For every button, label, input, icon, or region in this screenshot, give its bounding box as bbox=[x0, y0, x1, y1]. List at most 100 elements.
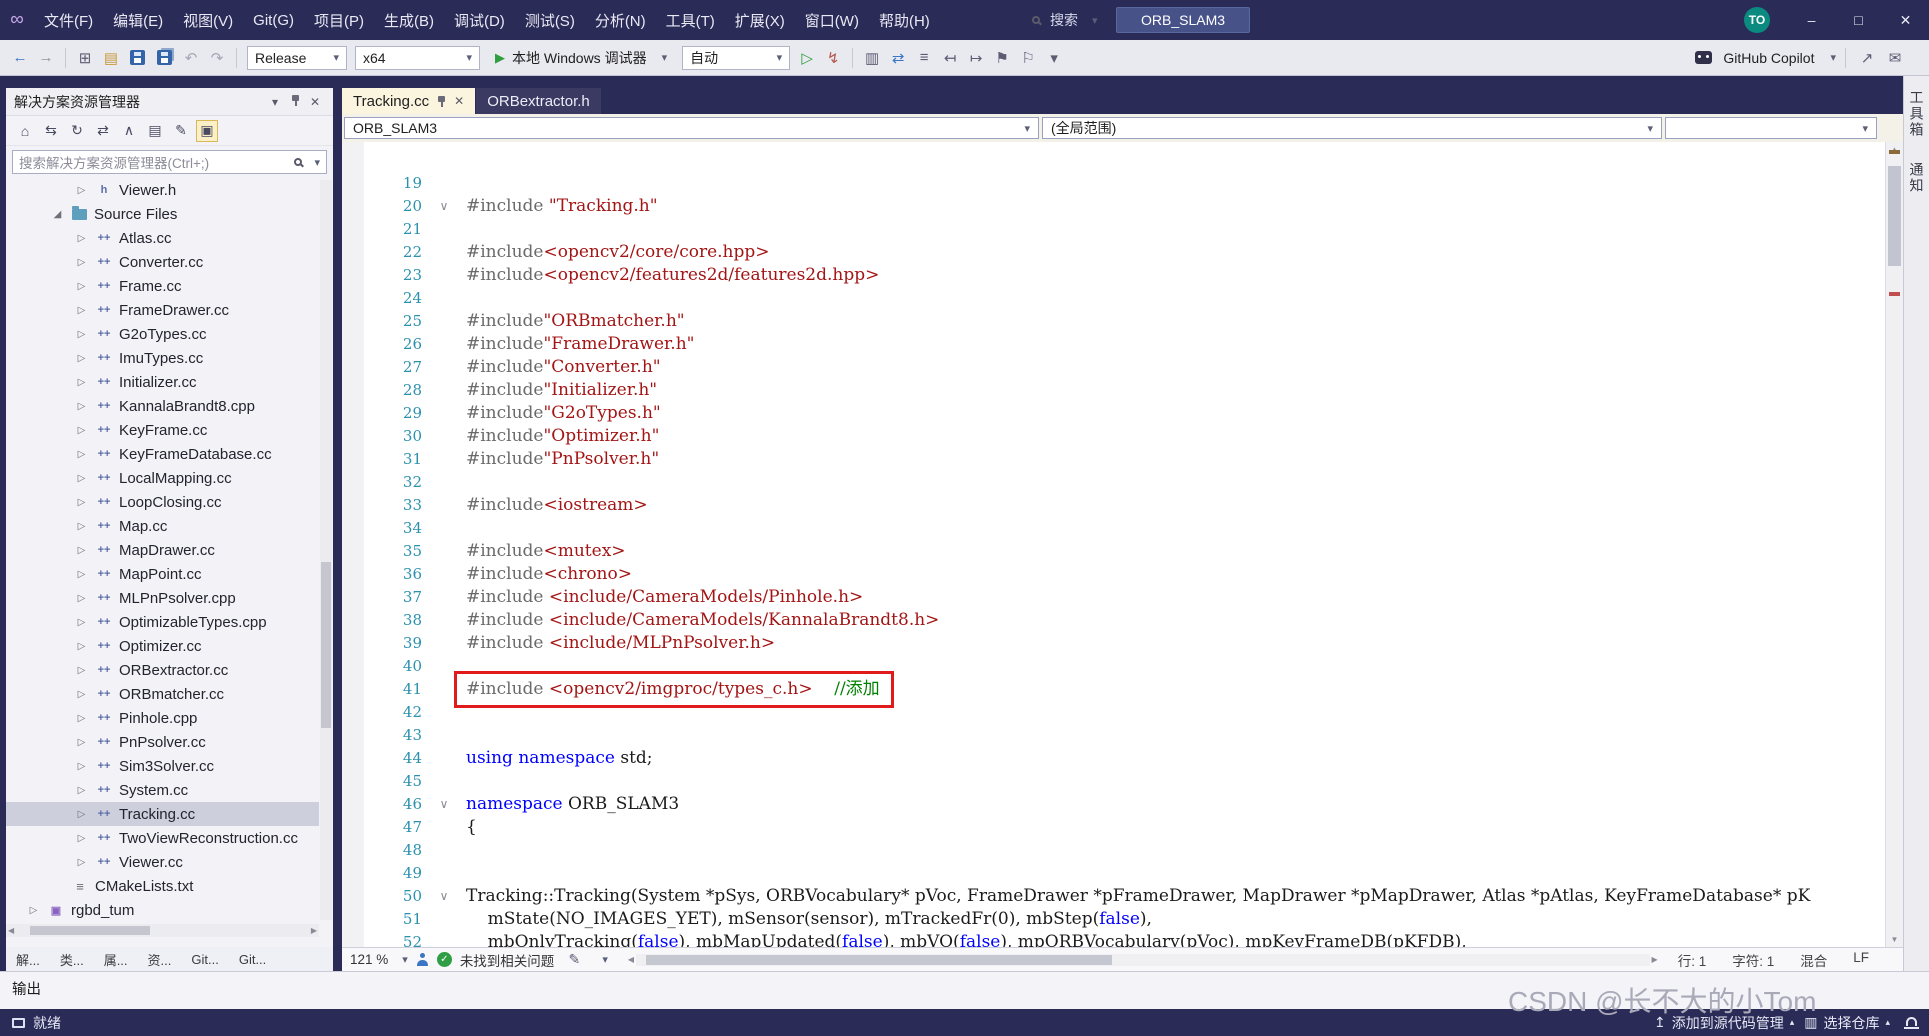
fold-collapse-icon[interactable]: ∨ bbox=[422, 195, 466, 218]
member-dropdown[interactable]: ▾ bbox=[1665, 117, 1877, 139]
panel-tab-属[interactable]: 属... bbox=[94, 947, 138, 972]
tree-item-sim3solver-cc[interactable]: ▷ ++ Sim3Solver.cc bbox=[6, 754, 319, 778]
expand-arrow-icon[interactable]: ▷ bbox=[74, 833, 89, 844]
undo-icon[interactable]: ↶ bbox=[179, 46, 203, 70]
code-line-51[interactable]: 51 mState(NO_IMAGES_YET), mSensor(sensor… bbox=[342, 908, 1885, 931]
code-line-44[interactable]: 44 using namespace std; bbox=[342, 747, 1885, 770]
expand-arrow-icon[interactable]: ▷ bbox=[74, 857, 89, 868]
project-dropdown[interactable]: ORB_SLAM3 ▾ bbox=[344, 117, 1039, 139]
side-tab-工具箱[interactable]: 工具箱 bbox=[1907, 86, 1927, 142]
tree-item-atlas-cc[interactable]: ▷ ++ Atlas.cc bbox=[6, 226, 319, 250]
code-line-38[interactable]: 38 #include <include/CameraModels/Kannala… bbox=[342, 609, 1885, 632]
tree-item-map-cc[interactable]: ▷ ++ Map.cc bbox=[6, 514, 319, 538]
expand-arrow-icon[interactable]: ▷ bbox=[74, 545, 89, 556]
expand-arrow-icon[interactable]: ▷ bbox=[26, 905, 41, 916]
hot-reload-icon[interactable]: ↯ bbox=[821, 46, 845, 70]
tab-orbextractor-h[interactable]: ORBextractor.h bbox=[476, 88, 601, 114]
expand-arrow-icon[interactable]: ▷ bbox=[74, 689, 89, 700]
chevron-down-icon[interactable]: ▾ bbox=[1830, 51, 1836, 64]
panel-tab-资[interactable]: 资... bbox=[138, 947, 182, 972]
search-control[interactable]: 搜索 ▾ bbox=[1022, 7, 1108, 33]
add-to-source-control-button[interactable]: ↥ 添加到源代码管理 ▴ bbox=[1654, 1013, 1794, 1033]
avatar[interactable]: TO bbox=[1744, 7, 1770, 33]
code-line-25[interactable]: 25 #include"ORBmatcher.h" bbox=[342, 310, 1885, 333]
expand-arrow-icon[interactable]: ▷ bbox=[74, 377, 89, 388]
expand-arrow-icon[interactable]: ▷ bbox=[74, 785, 89, 796]
expand-arrow-icon[interactable]: ▷ bbox=[74, 617, 89, 628]
code-line-31[interactable]: 31 #include"PnPsolver.h" bbox=[342, 448, 1885, 471]
expand-arrow-icon[interactable]: ▷ bbox=[74, 521, 89, 532]
tree-item-framedrawer-cc[interactable]: ▷ ++ FrameDrawer.cc bbox=[6, 298, 319, 322]
problems-label[interactable]: 未找到相关问题 bbox=[460, 950, 555, 970]
menu-git-g[interactable]: Git(G) bbox=[243, 0, 304, 40]
editor-vertical-scrollbar[interactable]: ▲ ▼ bbox=[1885, 142, 1903, 947]
tree-horizontal-scrollbar[interactable]: ◀ ▶ bbox=[6, 924, 319, 937]
tree-item-optimizer-cc[interactable]: ▷ ++ Optimizer.cc bbox=[6, 634, 319, 658]
scrollbar-thumb[interactable] bbox=[30, 926, 151, 935]
start-debugging-button[interactable]: ▶ 本地 Windows 调试器 ▾ bbox=[485, 48, 677, 68]
tree-item-initializer-cc[interactable]: ▷ ++ Initializer.cc bbox=[6, 370, 319, 394]
tree-vertical-scrollbar[interactable] bbox=[320, 180, 332, 920]
code-line-22[interactable]: 22 #include<opencv2/core/core.hpp> bbox=[342, 241, 1885, 264]
sync-with-active-document-icon[interactable]: ⇄ bbox=[92, 120, 114, 142]
code-line-45[interactable]: 45 bbox=[342, 770, 1885, 793]
tree-item-loopclosing-cc[interactable]: ▷ ++ LoopClosing.cc bbox=[6, 490, 319, 514]
tree-item-g2otypes-cc[interactable]: ▷ ++ G2oTypes.cc bbox=[6, 322, 319, 346]
expand-arrow-icon[interactable]: ▷ bbox=[74, 449, 89, 460]
close-panel-icon[interactable]: ✕ bbox=[305, 95, 325, 109]
fold-collapse-icon[interactable]: ∨ bbox=[422, 885, 466, 908]
code-line-49[interactable]: 49 bbox=[342, 862, 1885, 885]
save-all-icon[interactable] bbox=[157, 50, 172, 65]
side-tab-通知[interactable]: 通知 bbox=[1907, 158, 1927, 198]
scrollbar-thumb[interactable] bbox=[1888, 166, 1901, 266]
code-line-23[interactable]: 23 #include<opencv2/features2d/features2d… bbox=[342, 264, 1885, 287]
tree-item-pinhole-cpp[interactable]: ▷ ++ Pinhole.cpp bbox=[6, 706, 319, 730]
fold-collapse-icon[interactable]: ∨ bbox=[422, 793, 466, 816]
expand-arrow-icon[interactable]: ▷ bbox=[74, 713, 89, 724]
panel-tab-类[interactable]: 类... bbox=[50, 947, 94, 972]
panel-tab-解[interactable]: 解... bbox=[6, 947, 50, 972]
panel-tab-git[interactable]: Git... bbox=[229, 949, 276, 970]
tree-item-mappoint-cc[interactable]: ▷ ++ MapPoint.cc bbox=[6, 562, 319, 586]
outlining-icon[interactable]: ≡ bbox=[912, 46, 936, 70]
tree-item-optimizabletypes-cpp[interactable]: ▷ ++ OptimizableTypes.cpp bbox=[6, 610, 319, 634]
code-line-47[interactable]: 47 { bbox=[342, 816, 1885, 839]
tree-item-rgbd-tum[interactable]: ▷ ▣ rgbd_tum bbox=[6, 898, 319, 922]
code-line-43[interactable]: 43 bbox=[342, 724, 1885, 747]
code-line-33[interactable]: 33 #include<iostream> bbox=[342, 494, 1885, 517]
solution-search-box[interactable]: ORB_SLAM3 bbox=[1116, 7, 1251, 33]
expand-arrow-icon[interactable]: ▷ bbox=[74, 737, 89, 748]
tree-item-keyframedatabase-cc[interactable]: ▷ ++ KeyFrameDatabase.cc bbox=[6, 442, 319, 466]
configuration-select[interactable]: Release ▾ bbox=[247, 45, 347, 70]
code-line-37[interactable]: 37 #include <include/CameraModels/Pinhole… bbox=[342, 586, 1885, 609]
tree-item-tracking-cc[interactable]: ▷ ++ Tracking.cc bbox=[6, 802, 319, 826]
code-line-24[interactable]: 24 bbox=[342, 287, 1885, 310]
live-share-icon[interactable] bbox=[416, 953, 429, 966]
scope-dropdown[interactable]: (全局范围) ▾ bbox=[1042, 117, 1662, 139]
menu-编辑-e[interactable]: 编辑(E) bbox=[103, 0, 173, 40]
menu-窗口-w[interactable]: 窗口(W) bbox=[795, 0, 869, 40]
tree-item-mapdrawer-cc[interactable]: ▷ ++ MapDrawer.cc bbox=[6, 538, 319, 562]
scrollbar-thumb[interactable] bbox=[646, 954, 1113, 965]
expand-arrow-icon[interactable]: ▷ bbox=[74, 665, 89, 676]
code-line-46[interactable]: 46 ∨ namespace ORB_SLAM3 bbox=[342, 793, 1885, 816]
code-line-39[interactable]: 39 #include <include/MLPnPsolver.h> bbox=[342, 632, 1885, 655]
code-line-32[interactable]: 32 bbox=[342, 471, 1885, 494]
shift-left-icon[interactable]: ↤ bbox=[938, 46, 962, 70]
search-input[interactable]: 搜索解决方案资源管理器(Ctrl+;) ▾ bbox=[12, 150, 327, 174]
code-line-28[interactable]: 28 #include"Initializer.h" bbox=[342, 379, 1885, 402]
health-check-icon[interactable]: ✓ bbox=[436, 952, 452, 967]
feedback-icon[interactable]: ✉ bbox=[1883, 46, 1907, 70]
save-icon[interactable] bbox=[130, 50, 145, 65]
maximize-button[interactable]: □ bbox=[1835, 0, 1882, 40]
minimize-button[interactable]: – bbox=[1788, 0, 1835, 40]
preview-selected-items-icon[interactable]: ▣ bbox=[196, 119, 218, 142]
new-project-icon[interactable]: ⊞ bbox=[73, 46, 97, 70]
bookmark-icon[interactable]: ⚑ bbox=[990, 46, 1014, 70]
edit-pen-icon[interactable]: ✎ bbox=[562, 948, 586, 972]
more-options-icon[interactable]: ▾ bbox=[1042, 46, 1066, 70]
notifications-bell-icon[interactable] bbox=[1904, 1017, 1919, 1029]
menu-调试-d[interactable]: 调试(D) bbox=[444, 0, 515, 40]
profile-select[interactable]: 自动 ▾ bbox=[682, 45, 791, 70]
expand-arrow-icon[interactable]: ▷ bbox=[74, 353, 89, 364]
